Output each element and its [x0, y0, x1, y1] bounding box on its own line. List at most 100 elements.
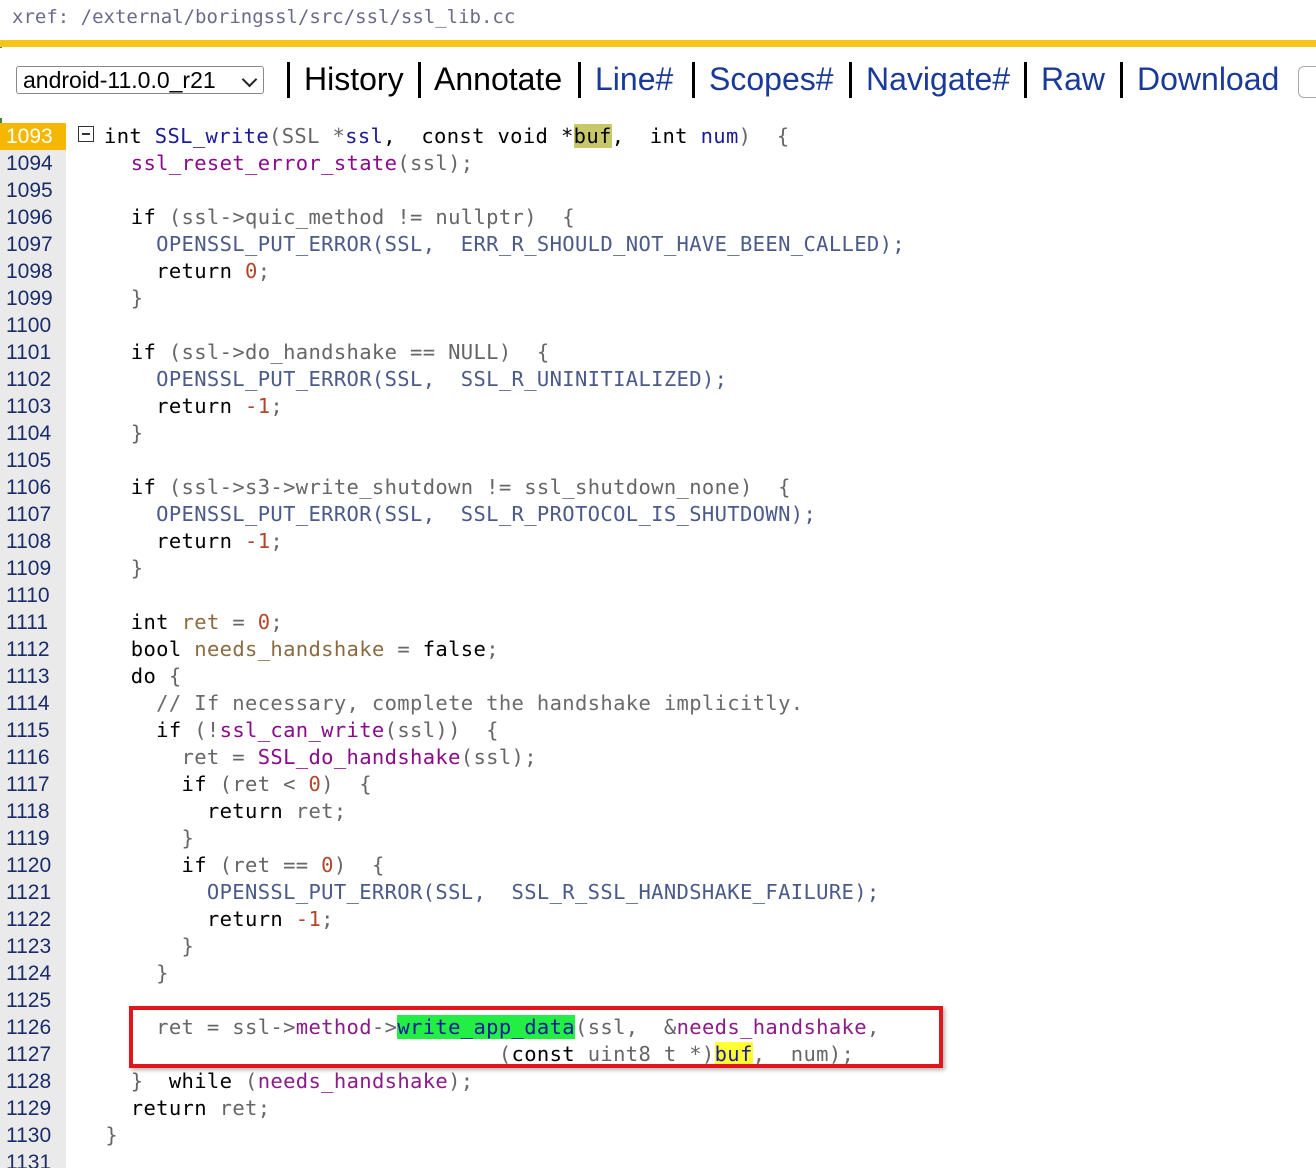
line-number[interactable]: 1105	[0, 447, 66, 474]
line-number[interactable]: 1110	[0, 582, 66, 609]
line-number[interactable]: 1128	[0, 1068, 66, 1095]
line-number[interactable]: 1112	[0, 636, 66, 663]
code-token: while	[168, 1069, 246, 1093]
line-number[interactable]: 1104	[0, 420, 66, 447]
line-number[interactable]: 1118	[0, 798, 66, 825]
line-number[interactable]: 1129	[0, 1095, 66, 1122]
version-select[interactable]: android-11.0.0_r21	[16, 66, 264, 94]
annotate-menu[interactable]: Annotate	[434, 60, 562, 98]
code-token: (ret ==	[219, 853, 322, 877]
code-token: -1	[245, 394, 271, 418]
line-number[interactable]: 1120	[0, 852, 66, 879]
line-number[interactable]: 1130	[0, 1122, 66, 1149]
code-token[interactable]: buf	[714, 1042, 753, 1066]
line-number[interactable]: 1099	[0, 285, 66, 312]
code-line: 1110	[0, 582, 1316, 609]
code-token[interactable]: method	[296, 1015, 372, 1039]
code-token: return	[206, 907, 296, 931]
code-token: ) {	[333, 853, 385, 877]
code-text: if (ssl->quic_method != nullptr) {	[80, 204, 575, 231]
navigate-link[interactable]: Navigate#	[866, 60, 1010, 98]
raw-link[interactable]: Raw	[1041, 60, 1105, 98]
code-token[interactable]: num	[701, 124, 739, 148]
code-token: ;	[486, 637, 499, 661]
line-number[interactable]: 1096	[0, 204, 66, 231]
line-number[interactable]: 1098	[0, 258, 66, 285]
line-number[interactable]: 1095	[0, 177, 66, 204]
code-line: 1128 } while (needs_handshake);	[0, 1068, 1316, 1095]
code-token[interactable]: ssl	[345, 124, 383, 148]
code-token: OPENSSL_PUT_ERROR(SSL, ERR_R_SHOULD_NOT_…	[156, 232, 905, 256]
code-text: if (ssl->do_handshake == NULL) {	[80, 339, 550, 366]
code-token[interactable]: needs_handshake	[258, 1069, 448, 1093]
code-text: if (ssl->s3->write_shutdown != ssl_shutd…	[80, 474, 791, 501]
search-box-edge[interactable]	[1298, 66, 1316, 98]
download-link[interactable]: Download	[1137, 60, 1279, 98]
code-token[interactable]: ssl_can_write	[220, 718, 385, 742]
line-number[interactable]: 1111	[0, 609, 66, 636]
line-number[interactable]: 1100	[0, 312, 66, 339]
line-numbers-link[interactable]: Line#	[595, 60, 673, 98]
line-number[interactable]: 1093	[0, 123, 66, 150]
line-number[interactable]: 1123	[0, 933, 66, 960]
line-number[interactable]: 1103	[0, 393, 66, 420]
code-token[interactable]: ret	[182, 610, 220, 634]
line-number[interactable]: 1113	[0, 663, 66, 690]
line-number[interactable]: 1116	[0, 744, 66, 771]
line-number[interactable]: 1097	[0, 231, 66, 258]
line-number[interactable]: 1107	[0, 501, 66, 528]
code-text: }	[80, 1122, 118, 1149]
code-token[interactable]: buf	[573, 124, 612, 148]
code-token: 0	[321, 853, 334, 877]
scopes-link[interactable]: Scopes#	[709, 60, 834, 98]
line-number[interactable]: 1108	[0, 528, 66, 555]
line-number[interactable]: 1114	[0, 690, 66, 717]
line-number[interactable]: 1121	[0, 879, 66, 906]
line-number[interactable]: 1101	[0, 339, 66, 366]
code-text: return -1;	[80, 528, 283, 555]
code-line: 1127 (const uint8_t *)buf, num);	[0, 1041, 1316, 1068]
line-number[interactable]: 1115	[0, 717, 66, 744]
code-line: 1121 OPENSSL_PUT_ERROR(SSL, SSL_R_SSL_HA…	[0, 879, 1316, 906]
code-line: 1106 if (ssl->s3->write_shutdown != ssl_…	[0, 474, 1316, 501]
line-number[interactable]: 1106	[0, 474, 66, 501]
line-number[interactable]: 1131	[0, 1149, 66, 1168]
separator	[418, 62, 421, 98]
history-menu[interactable]: History	[304, 60, 404, 98]
code-token[interactable]: write_app_data	[397, 1015, 576, 1039]
code-text: return ret;	[80, 798, 347, 825]
code-text: }	[80, 285, 143, 312]
line-number[interactable]: 1126	[0, 1014, 66, 1041]
toolbar: android-11.0.0_r21 History Annotate Line…	[0, 48, 1316, 118]
code-token: false	[422, 637, 487, 661]
code-token[interactable]: needs_handshake	[194, 637, 384, 661]
code-token: (SSL *	[269, 124, 346, 148]
line-number[interactable]: 1109	[0, 555, 66, 582]
code-token[interactable]: SSL_do_handshake	[258, 745, 461, 769]
code-token: OPENSSL_PUT_ERROR(SSL, SSL_R_UNINITIALIZ…	[156, 367, 728, 391]
code-token: =	[384, 637, 423, 661]
line-number[interactable]: 1122	[0, 906, 66, 933]
code-line: 1101 if (ssl->do_handshake == NULL) {	[0, 339, 1316, 366]
code-token[interactable]: needs_handshake	[677, 1015, 867, 1039]
line-number[interactable]: 1119	[0, 825, 66, 852]
code-line: 1117 if (ret < 0) {	[0, 771, 1316, 798]
line-number[interactable]: 1117	[0, 771, 66, 798]
line-number[interactable]: 1125	[0, 987, 66, 1014]
code-token: ret;	[219, 1096, 271, 1120]
code-text: }	[80, 420, 143, 447]
code-token[interactable]: SSL_write	[155, 124, 269, 148]
fold-toggle-icon[interactable]	[78, 126, 94, 142]
code-token: (!	[194, 718, 220, 742]
line-number[interactable]: 1124	[0, 960, 66, 987]
line-number[interactable]: 1094	[0, 150, 66, 177]
line-number[interactable]: 1102	[0, 366, 66, 393]
code-token[interactable]: ssl_reset_error_state	[131, 151, 398, 175]
line-number[interactable]: 1127	[0, 1041, 66, 1068]
